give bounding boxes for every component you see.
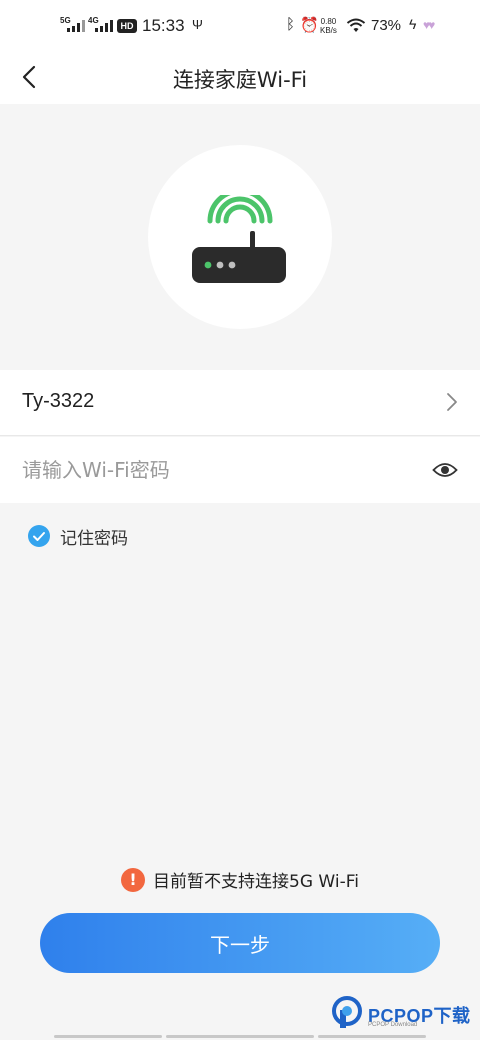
bluetooth-icon: ᛒ bbox=[286, 16, 296, 33]
status-time: 15:33 bbox=[142, 16, 185, 35]
watermark-sub: PCPOP Download bbox=[368, 1022, 418, 1028]
pcpop-watermark: PCPOP下载 PCPOP Download bbox=[332, 996, 478, 1034]
eye-icon bbox=[432, 463, 458, 477]
remember-password-label: 记住密码 bbox=[60, 528, 128, 549]
home-indicator bbox=[0, 1035, 480, 1038]
wifi-ssid-selector[interactable]: Ty-3322 bbox=[0, 370, 480, 436]
password-row bbox=[0, 437, 480, 503]
speed-unit: KB/s bbox=[320, 26, 337, 35]
nav-bar: 连接家庭Wi-Fi bbox=[0, 52, 480, 104]
hd-badge: HD bbox=[117, 19, 137, 33]
wifi-password-input[interactable] bbox=[22, 453, 412, 487]
wifi-ssid-name: Ty-3322 bbox=[22, 390, 95, 412]
alarm-icon: ⏰ bbox=[300, 17, 319, 34]
network-speed: 0.80 KB/s bbox=[320, 17, 337, 35]
charging-icon: ϟ bbox=[409, 16, 417, 32]
checkmark-icon bbox=[28, 525, 50, 547]
battery-percent: 73% bbox=[371, 17, 402, 34]
usb-icon: Ψ bbox=[192, 17, 203, 32]
page-title: 连接家庭Wi-Fi bbox=[172, 68, 308, 92]
notice-text: 目前暂不支持连接5G Wi-Fi bbox=[153, 872, 359, 892]
warning-icon: ! bbox=[121, 867, 146, 892]
signal-icon bbox=[95, 20, 113, 32]
chevron-right-icon bbox=[447, 393, 457, 411]
remember-password-checkbox[interactable]: 记住密码 bbox=[28, 524, 128, 549]
5g-notice: ! 目前暂不支持连接5G Wi-Fi bbox=[0, 867, 480, 892]
router-illustration bbox=[148, 145, 332, 329]
signal-icon bbox=[67, 20, 85, 32]
wifi-icon bbox=[346, 18, 366, 32]
speed-value: 0.80 bbox=[320, 17, 337, 26]
toggle-password-visibility-button[interactable] bbox=[432, 459, 458, 481]
next-button[interactable]: 下一步 bbox=[40, 913, 440, 973]
pcpop-logo-icon bbox=[332, 996, 362, 1028]
router-wifi-icon bbox=[192, 195, 286, 283]
heart-icon: ♥♥ bbox=[423, 18, 435, 32]
status-bar: 5G 4G HD 15:33 Ψ ᛒ ⏰ 0.80 KB/s 73% ϟ ♥♥ bbox=[0, 0, 480, 52]
